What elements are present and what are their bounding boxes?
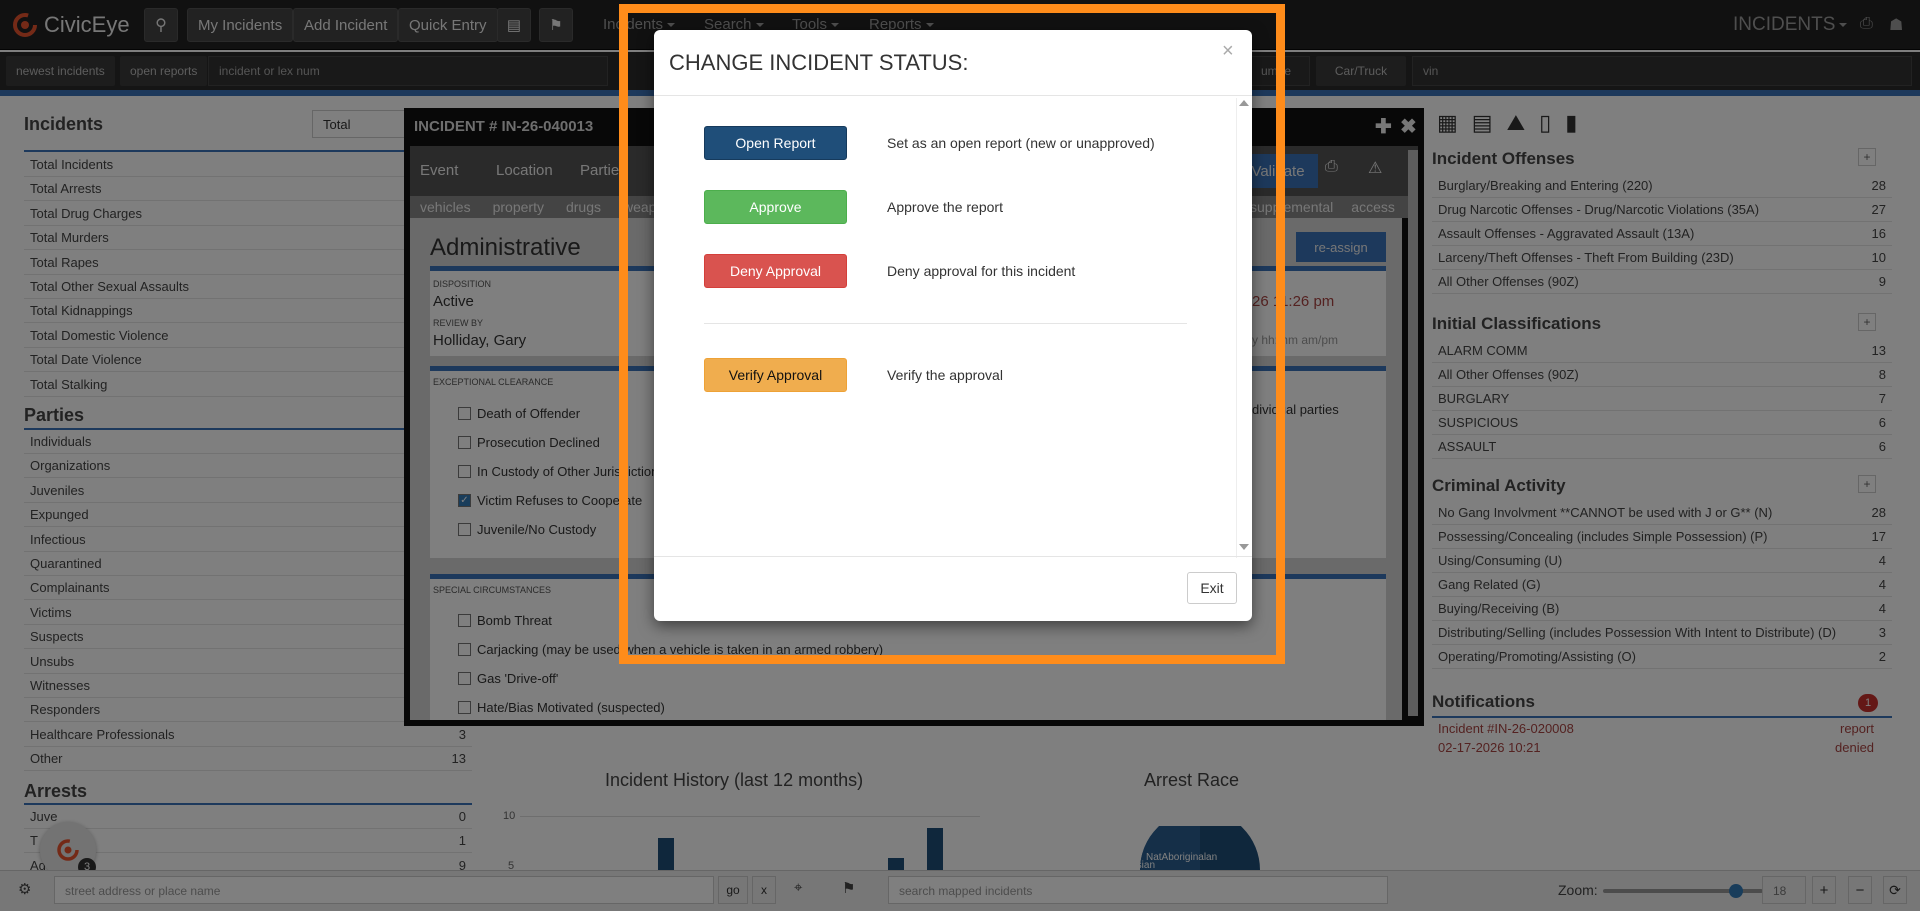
divider [654,95,1252,96]
change-status-modal: CHANGE INCIDENT STATUS: × Open Report Se… [654,30,1252,621]
modal-title: CHANGE INCIDENT STATUS: [669,50,969,75]
approve-description: Approve the report [887,199,1003,215]
exit-button[interactable]: Exit [1187,572,1237,604]
deny-approval-description: Deny approval for this incident [887,263,1076,279]
scroll-down-icon[interactable] [1239,544,1249,550]
verify-approval-description: Verify the approval [887,367,1003,383]
approve-button[interactable]: Approve [704,190,847,224]
verify-approval-button[interactable]: Verify Approval [704,358,847,392]
modal-close-icon[interactable]: × [1222,40,1234,63]
deny-approval-button[interactable]: Deny Approval [704,254,847,288]
scroll-up-icon[interactable] [1239,100,1249,106]
open-report-button[interactable]: Open Report [704,126,847,160]
open-report-description: Set as an open report (new or unapproved… [887,135,1155,151]
divider [704,323,1187,324]
modal-scrollbar[interactable] [1236,98,1250,558]
divider [654,556,1252,557]
